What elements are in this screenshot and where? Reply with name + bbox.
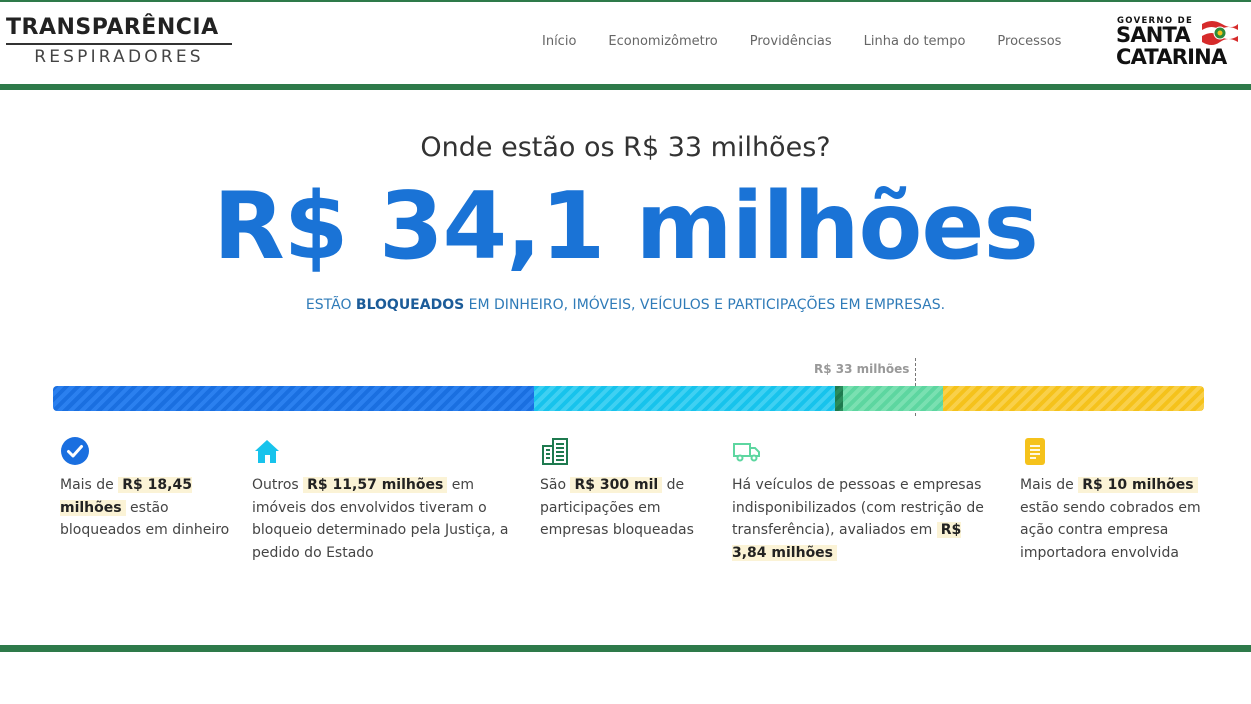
breakdown-text-part: Mais de [1020, 477, 1079, 493]
nav-link-economizometro[interactable]: Economizômetro [608, 34, 717, 49]
breakdown-amount: R$ 11,57 milhões [303, 477, 448, 493]
nav-link-providencias[interactable]: Providências [750, 34, 832, 49]
hero-subtitle-post: EM DINHEIRO, IMÓVEIS, VEÍCULOS E PARTICI… [464, 297, 946, 313]
target-marker-label: R$ 33 milhões [814, 362, 910, 376]
hero-subtitle: ESTÃO BLOQUEADOS EM DINHEIRO, IMÓVEIS, V… [0, 297, 1251, 313]
breakdown-item: Mais de R$ 18,45 milhões estão bloqueado… [60, 436, 240, 542]
state-flag-icon [1202, 21, 1238, 45]
house-icon [252, 436, 282, 466]
document-icon [1020, 436, 1050, 466]
footer-divider [0, 645, 1251, 652]
breakdown-item: Há veículos de pessoas e empresas indisp… [732, 436, 997, 564]
government-logo[interactable]: GOVERNO DE SANTA CATARINA [1114, 16, 1244, 72]
hero-amount: R$ 34,1 milhões [213, 172, 1039, 280]
breakdown-text-part: Outros [252, 477, 304, 493]
hero-subtitle-bold: BLOQUEADOS [355, 297, 465, 313]
bar-segment-dinheiro [53, 386, 534, 411]
brand-divider [6, 43, 232, 45]
breakdown-item: Outros R$ 11,57 milhões em imóveis dos e… [252, 436, 527, 564]
main-nav: Início Economizômetro Providências Linha… [526, 34, 1077, 49]
breakdown-amount: R$ 300 mil [570, 477, 663, 493]
breakdown-text-part: Mais de [60, 477, 119, 493]
nav-link-linha-do-tempo[interactable]: Linha do tempo [864, 34, 966, 49]
gov-logo-line2: CATARINA [1116, 45, 1227, 69]
breakdown-text: Há veículos de pessoas e empresas indisp… [732, 474, 997, 564]
hero-subtitle-pre: ESTÃO [305, 297, 356, 313]
breakdown-text-part: estão sendo cobrados em ação contra empr… [1020, 499, 1201, 561]
stacked-progress-bar [53, 386, 1204, 411]
brand-title: TRANSPARÊNCIA [6, 15, 219, 40]
breakdown-amount: R$ 10 milhões [1078, 477, 1198, 493]
nav-link-processos[interactable]: Processos [997, 34, 1061, 49]
breakdown-item: Mais de R$ 10 milhões estão sendo cobrad… [1020, 436, 1220, 564]
brand-logo[interactable]: TRANSPARÊNCIA RESPIRADORES [6, 14, 234, 68]
site-header: TRANSPARÊNCIA RESPIRADORES Início Econom… [0, 2, 1251, 84]
truck-icon [732, 436, 762, 466]
breakdown-text: Mais de R$ 10 milhões estão sendo cobrad… [1020, 474, 1220, 564]
breakdown-list: Mais de R$ 18,45 milhões estão bloqueado… [0, 436, 1251, 586]
bar-segment-imoveis [533, 386, 836, 411]
nav-link-inicio[interactable]: Início [542, 34, 576, 49]
breakdown-text-part: São [540, 477, 571, 493]
bar-segment-cobranca [943, 386, 1204, 411]
breakdown-text: São R$ 300 mil de participações em empre… [540, 474, 715, 542]
gov-logo-line1: SANTA [1116, 23, 1191, 47]
brand-subtitle: RESPIRADORES [34, 47, 204, 67]
check-circle-icon [60, 436, 90, 466]
breakdown-item: São R$ 300 mil de participações em empre… [540, 436, 715, 542]
bar-segment-participacoes [835, 386, 844, 411]
breakdown-text: Mais de R$ 18,45 milhões estão bloqueado… [60, 474, 240, 542]
building-icon [540, 436, 570, 466]
breakdown-text: Outros R$ 11,57 milhões em imóveis dos e… [252, 474, 527, 564]
header-divider [0, 84, 1251, 90]
bar-segment-veiculos [843, 386, 944, 411]
hero-question: Onde estão os R$ 33 milhões? [420, 132, 831, 163]
